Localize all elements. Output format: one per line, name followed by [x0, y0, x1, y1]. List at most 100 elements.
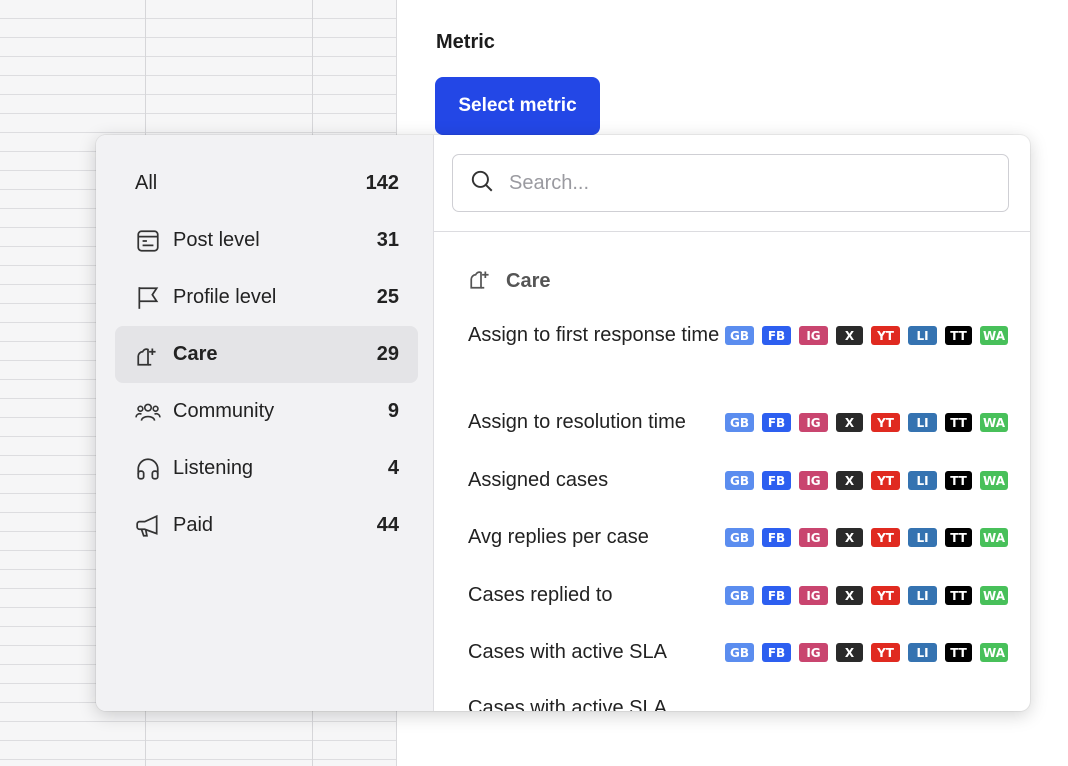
category-count: 31 [376, 229, 399, 251]
network-badge-ig: IG [799, 528, 829, 547]
metric-row[interactable]: Assigned cases GB FB IG X YT LI TT WA [468, 466, 1008, 495]
network-badge-x: X [836, 643, 864, 662]
metric-row[interactable]: Avg replies per case GB FB IG X YT LI TT WA [468, 523, 1008, 552]
network-badge-wa: WA [980, 471, 1008, 490]
network-badge-fb: FB [762, 413, 792, 432]
care-icon [135, 342, 161, 368]
network-badge-tt: TT [945, 586, 973, 605]
category-post-level[interactable]: Post level 31 [115, 212, 418, 269]
network-badges: GB FB IG X YT LI TT WA [725, 528, 1008, 547]
network-badge-li: LI [908, 528, 938, 547]
network-badges: GB FB IG X YT LI TT WA [725, 413, 1008, 432]
network-badge-yt: YT [871, 471, 901, 490]
network-badge-yt: YT [871, 586, 901, 605]
category-list: All 142 Post level 31 Profile level 25 C… [96, 135, 434, 711]
network-badge-li: LI [908, 413, 938, 432]
network-badge-wa: WA [980, 528, 1008, 547]
network-badge-yt: YT [871, 528, 901, 547]
category-count: 4 [387, 457, 399, 479]
network-badge-tt: TT [945, 326, 973, 345]
network-badge-gb: GB [725, 528, 755, 547]
category-all[interactable]: All 142 [115, 155, 418, 212]
section-header: Care [468, 265, 550, 297]
metric-row[interactable]: Assign to first response time GB FB IG X YT L… [468, 321, 1008, 350]
network-badge-fb: FB [762, 528, 792, 547]
metric-row[interactable]: Assign to resolution time GB FB IG X YT LI TT W… [468, 408, 1008, 437]
metric-row-partial[interactable]: Cases with active SLA [468, 697, 667, 711]
category-label: Community [173, 400, 275, 422]
network-badge-tt: TT [945, 413, 973, 432]
care-icon [468, 265, 506, 297]
network-badge-gb: GB [725, 413, 755, 432]
metric-name: Avg replies per case [468, 526, 649, 548]
search-icon [469, 168, 507, 199]
network-badges: GB FB IG X YT LI TT WA [725, 586, 1008, 605]
network-badge-ig: IG [799, 586, 829, 605]
network-badge-ig: IG [799, 326, 829, 345]
community-icon [135, 399, 161, 425]
network-badge-ig: IG [799, 643, 829, 662]
network-badge-tt: TT [945, 643, 973, 662]
network-badge-gb: GB [725, 326, 755, 345]
network-badge-yt: YT [871, 643, 901, 662]
category-label: Post level [173, 229, 260, 251]
category-care[interactable]: Care 29 [115, 326, 418, 383]
category-count: 29 [376, 343, 399, 365]
category-label: All [135, 172, 158, 194]
category-count: 25 [376, 286, 399, 308]
network-badges: GB FB IG X YT LI TT WA [725, 326, 1008, 345]
network-badge-fb: FB [762, 326, 792, 345]
network-badge-x: X [836, 326, 864, 345]
category-count: 44 [376, 514, 399, 536]
divider [434, 231, 1030, 232]
metric-name: Cases with active SLA [468, 641, 667, 663]
network-badge-li: LI [908, 643, 938, 662]
network-badge-gb: GB [725, 586, 755, 605]
metric-name: Assign to resolution time [468, 411, 686, 433]
category-label: Profile level [173, 286, 277, 308]
network-badge-fb: FB [762, 586, 792, 605]
network-badge-gb: GB [725, 643, 755, 662]
network-badge-x: X [836, 586, 864, 605]
metric-row[interactable]: Cases replied to GB FB IG X YT LI TT WA [468, 581, 1008, 610]
network-badge-fb: FB [762, 471, 792, 490]
headphones-icon [135, 456, 161, 482]
metric-name: Cases replied to [468, 584, 613, 606]
network-badge-wa: WA [980, 413, 1008, 432]
network-badge-fb: FB [762, 643, 792, 662]
metric-name: Assign to first response time [468, 324, 720, 346]
network-badge-yt: YT [871, 326, 901, 345]
select-metric-button[interactable]: Select metric [435, 77, 600, 135]
search-box [452, 154, 1009, 212]
category-label: Paid [173, 514, 214, 536]
category-count: 9 [387, 400, 399, 422]
category-listening[interactable]: Listening 4 [115, 440, 418, 497]
category-count: 142 [365, 172, 399, 194]
network-badge-ig: IG [799, 413, 829, 432]
category-community[interactable]: Community 9 [115, 383, 418, 440]
network-badges: GB FB IG X YT LI TT WA [725, 643, 1008, 662]
metric-list-pane: Care Assign to first response time GB FB I… [434, 135, 1030, 711]
network-badges: GB FB IG X YT LI TT WA [725, 471, 1008, 490]
network-badge-wa: WA [980, 643, 1008, 662]
section-title: Care [506, 269, 551, 292]
network-badge-x: X [836, 471, 864, 490]
category-paid[interactable]: Paid 44 [115, 497, 418, 554]
category-label: Care [173, 343, 218, 365]
network-badge-yt: YT [871, 413, 901, 432]
category-profile-level[interactable]: Profile level 25 [115, 269, 418, 326]
metric-picker-popover: All 142 Post level 31 Profile level 25 C… [96, 135, 1030, 711]
network-badge-li: LI [908, 471, 938, 490]
network-badge-x: X [836, 528, 864, 547]
network-badge-wa: WA [980, 326, 1008, 345]
network-badge-gb: GB [725, 471, 755, 490]
metric-field-label: Metric [436, 31, 495, 53]
network-badge-x: X [836, 413, 864, 432]
metric-row[interactable]: Cases with active SLA GB FB IG X YT LI TT WA [468, 638, 1008, 667]
metric-name: Assigned cases [468, 469, 609, 491]
category-label: Listening [173, 457, 254, 479]
network-badge-tt: TT [945, 528, 973, 547]
search-input[interactable] [507, 170, 1008, 196]
network-badge-li: LI [908, 586, 938, 605]
flag-icon [135, 285, 161, 311]
